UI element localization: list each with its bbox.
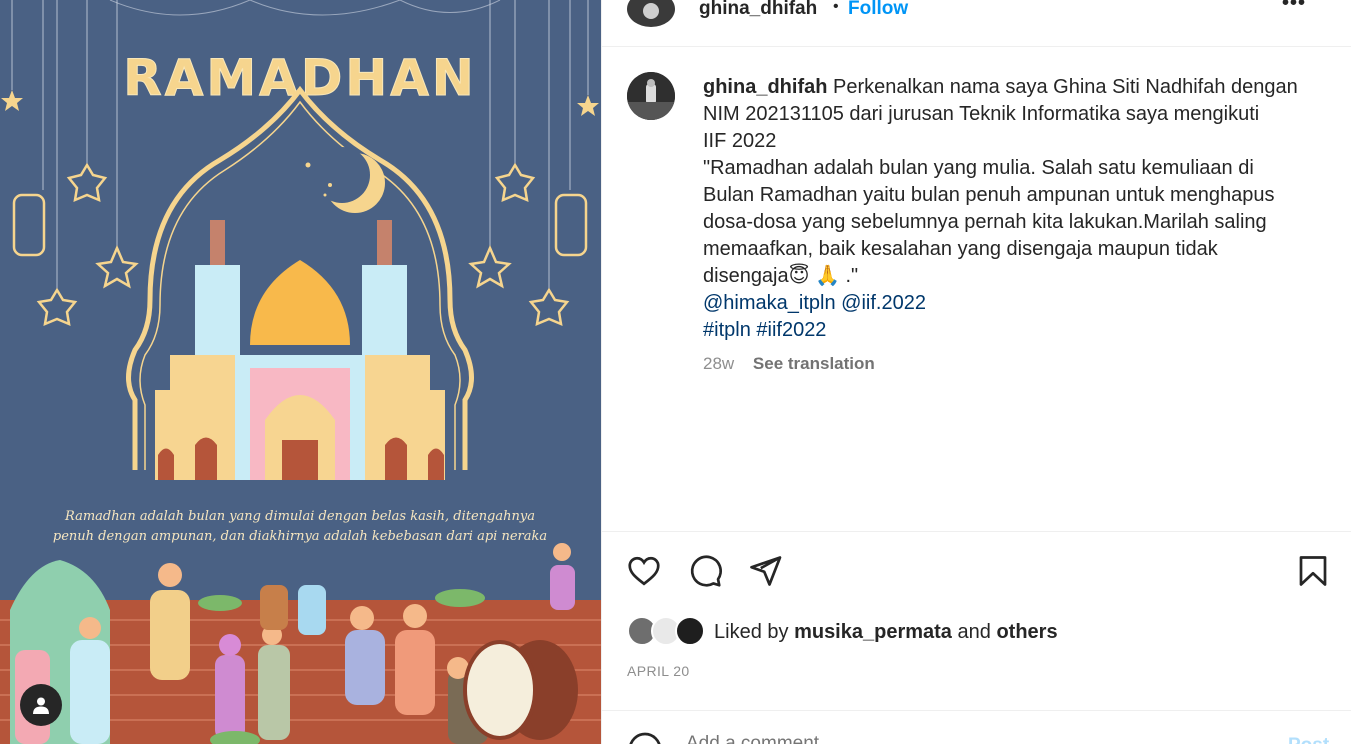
caption-meta: 28w See translation — [703, 354, 875, 374]
instagram-post-view: RAMADHAN Ramadhan adalah bulan yang dimu… — [0, 0, 1351, 744]
caption-line-3: IIF 2022 — [703, 130, 777, 152]
follow-button[interactable]: Follow — [848, 0, 908, 20]
emoji-icon[interactable] — [627, 731, 663, 744]
post-age[interactable]: 28w — [703, 354, 734, 373]
like-heart-icon[interactable] — [626, 553, 662, 589]
comment-input[interactable] — [686, 733, 1246, 744]
comment-bar: Post — [602, 710, 1351, 744]
author-avatar[interactable] — [627, 0, 675, 27]
post-date[interactable]: APRIL 20 — [627, 663, 690, 679]
save-bookmark-icon[interactable] — [1295, 553, 1331, 589]
liked-by-user-link[interactable]: musika_permata — [794, 621, 952, 643]
post-side-panel: ghina_dhifah • Follow ••• ghina_dhifah P… — [601, 0, 1351, 744]
liker-avatar — [675, 616, 705, 646]
tagged-users-button[interactable] — [20, 684, 62, 726]
comment-bubble-icon[interactable] — [687, 553, 723, 589]
mention-himaka-itpln[interactable]: @himaka_itpln — [703, 292, 836, 314]
caption-line-7: memaafkan, baik kesalahan yang disengaja… — [703, 238, 1218, 260]
caption-text: Perkenalkan nama saya Ghina Siti Nadhifa… — [833, 76, 1298, 98]
caption-line-2: NIM 202131105 dari jurusan Teknik Inform… — [703, 103, 1260, 125]
avatar-image — [627, 72, 675, 120]
more-options-button[interactable]: ••• — [1282, 0, 1306, 15]
mentions-line: @himaka_itpln @iif.2022 — [703, 290, 1323, 317]
caption-line-6: dosa-dosa yang sebelumnya pernah kita la… — [703, 211, 1267, 233]
hashtag-iif2022[interactable]: #iif2022 — [756, 319, 826, 341]
liked-by-prefix: Liked by — [714, 621, 789, 643]
liked-by-text: Liked by musika_permata and others — [714, 621, 1058, 644]
caption-line-4: "Ramadhan adalah bulan yang mulia. Salah… — [703, 157, 1254, 179]
poster-title: RAMADHAN — [123, 49, 477, 107]
liked-by-others-link[interactable]: others — [996, 621, 1057, 643]
poster-quote-line1: Ramadhan adalah bulan yang dimulai denga… — [64, 509, 535, 524]
caption-line-1: ghina_dhifah Perkenalkan nama saya Ghina… — [703, 74, 1323, 101]
caption-line-5: Bulan Ramadhan yaitu bulan penuh ampunan… — [703, 184, 1275, 206]
caption-line-8: disengaja😇 🙏 ." — [703, 265, 859, 287]
mention-iif-2022[interactable]: @iif.2022 — [841, 292, 926, 314]
ramadhan-poster-illustration: RAMADHAN Ramadhan adalah bulan yang dimu… — [0, 0, 601, 744]
post-comment-button[interactable]: Post — [1288, 735, 1329, 744]
hashtag-itpln[interactable]: #itpln — [703, 319, 751, 341]
see-translation-button[interactable]: See translation — [753, 354, 875, 373]
author-username[interactable]: ghina_dhifah — [699, 0, 817, 20]
user-icon — [33, 697, 49, 714]
caption-username[interactable]: ghina_dhifah — [703, 76, 827, 98]
post-caption: ghina_dhifah Perkenalkan nama saya Ghina… — [703, 74, 1323, 344]
hashtags-line: #itpln #iif2022 — [703, 317, 1323, 344]
separator-dot: • — [833, 0, 839, 15]
post-image[interactable]: RAMADHAN Ramadhan adalah bulan yang dimu… — [0, 0, 601, 744]
avatar-image — [627, 0, 675, 27]
caption-author-avatar[interactable] — [627, 72, 675, 120]
divider — [602, 531, 1351, 532]
poster-quote-line2: penuh dengan ampunan, dan diakhirnya ada… — [53, 529, 547, 544]
share-send-icon[interactable] — [747, 553, 783, 589]
post-header: ghina_dhifah • Follow ••• — [602, 0, 1351, 47]
liked-by-and: and — [957, 621, 991, 643]
